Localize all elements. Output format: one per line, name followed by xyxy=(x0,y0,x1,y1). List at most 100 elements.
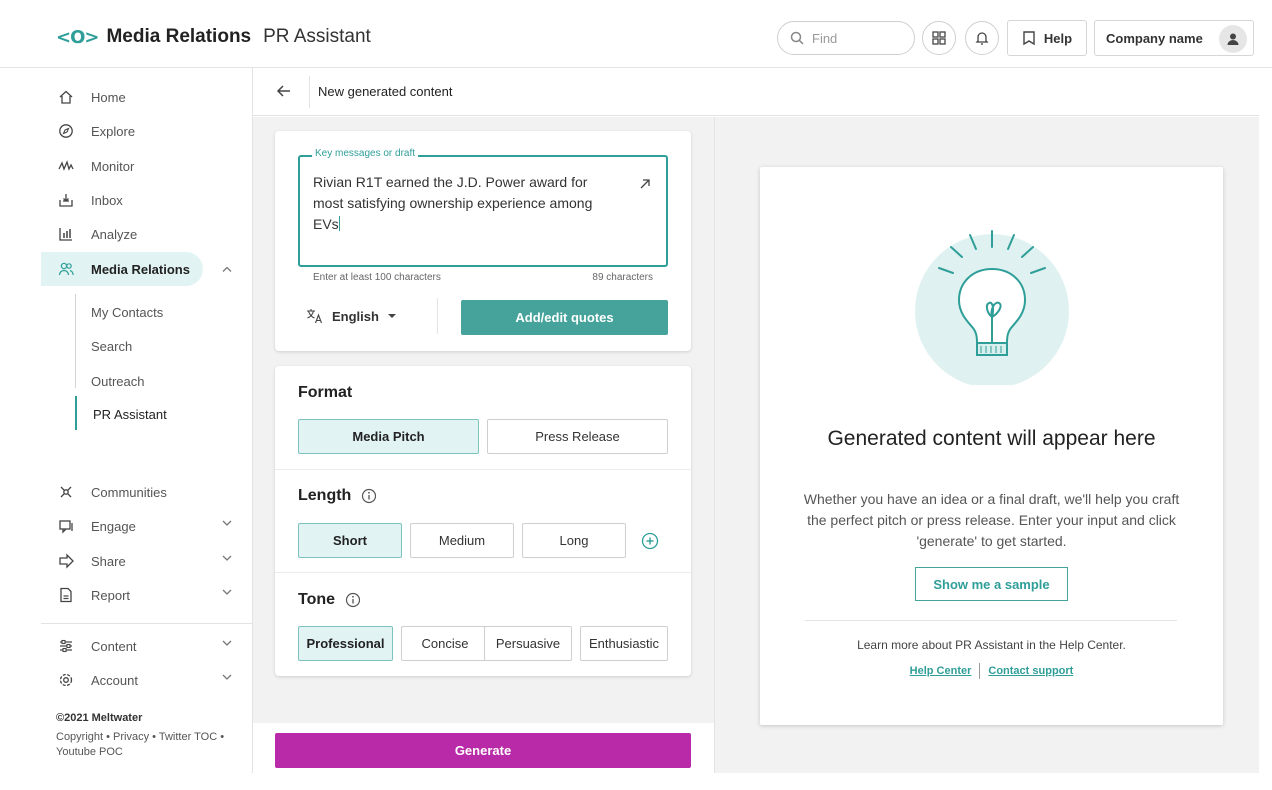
format-option-press-release[interactable]: Press Release xyxy=(487,419,668,454)
gear-icon xyxy=(56,670,76,690)
compass-icon xyxy=(56,121,76,141)
tone-title: Tone xyxy=(298,591,361,609)
monitor-icon xyxy=(56,156,76,176)
sidebar-item-label: Explore xyxy=(91,123,136,139)
add-length-icon[interactable] xyxy=(641,532,659,550)
language-select[interactable]: English xyxy=(306,308,397,324)
sidebar-item-explore[interactable]: Explore xyxy=(41,114,253,148)
back-arrow-icon[interactable] xyxy=(275,82,293,100)
sidebar-item-engage[interactable]: Engage xyxy=(41,509,253,543)
sidebar-item-content[interactable]: Content xyxy=(41,629,253,663)
min-characters-hint: Enter at least 100 characters xyxy=(313,272,441,283)
result-panel: Generated content will appear here Wheth… xyxy=(714,117,1259,773)
submenu-active-indicator xyxy=(75,396,77,430)
sidebar: Home Explore Monitor Inbox Analyze Media… xyxy=(41,68,253,773)
caret-down-icon xyxy=(387,314,396,318)
footer-links[interactable]: Copyright • Privacy • Twitter TOC • Yout… xyxy=(56,730,246,760)
chevron-down-icon[interactable] xyxy=(221,639,233,647)
sidebar-item-account[interactable]: Account xyxy=(41,663,253,697)
sidebar-item-label: Account xyxy=(91,672,138,688)
sidebar-item-inbox[interactable]: Inbox xyxy=(41,183,253,217)
language-value: English xyxy=(332,308,379,324)
app-title: Media Relations xyxy=(106,26,252,47)
sidebar-item-label: Report xyxy=(91,587,131,603)
sidebar-subitem-search[interactable]: Search xyxy=(91,339,132,354)
sidebar-item-label: Monitor xyxy=(91,158,135,174)
book-icon xyxy=(1023,31,1035,46)
generate-button[interactable]: Generate xyxy=(275,733,691,768)
sidebar-item-label: Engage xyxy=(91,518,136,534)
length-title: Length xyxy=(298,487,377,505)
sidebar-item-share[interactable]: Share xyxy=(41,544,253,578)
info-icon[interactable] xyxy=(361,488,377,504)
help-links: Help Center Contact support xyxy=(760,663,1223,679)
app-logo[interactable]: <O> Media Relations PR Assistant xyxy=(56,26,371,48)
chevron-down-icon[interactable] xyxy=(221,673,233,681)
link-separator xyxy=(979,663,981,679)
find-input[interactable]: Find xyxy=(777,21,915,55)
engage-icon xyxy=(56,516,76,536)
sidebar-item-label: Inbox xyxy=(91,192,123,208)
sidebar-item-home[interactable]: Home xyxy=(41,80,253,114)
apps-button[interactable] xyxy=(922,21,956,55)
sidebar-subitem-pr-assistant[interactable]: PR Assistant xyxy=(93,407,167,422)
key-messages-textarea[interactable]: Key messages or draft Rivian R1T earned … xyxy=(298,148,668,267)
length-option-short[interactable]: Short xyxy=(298,523,402,558)
tone-option-professional[interactable]: Professional xyxy=(298,626,393,661)
format-title: Format xyxy=(298,384,352,402)
help-button[interactable]: Help xyxy=(1007,20,1087,56)
show-sample-button[interactable]: Show me a sample xyxy=(915,567,1068,601)
contact-support-link[interactable]: Contact support xyxy=(988,665,1073,677)
search-icon xyxy=(790,31,804,45)
section-divider xyxy=(275,572,691,573)
divider xyxy=(437,298,438,334)
chevron-down-icon[interactable] xyxy=(221,519,233,527)
learn-more-text: Learn more about PR Assistant in the Hel… xyxy=(857,638,1126,652)
empty-state-title: Generated content will appear here xyxy=(827,427,1156,450)
sidebar-item-report[interactable]: Report xyxy=(41,578,253,612)
text-cursor xyxy=(338,216,340,231)
expand-icon[interactable] xyxy=(638,177,652,191)
sidebar-item-label: Media Relations xyxy=(91,261,190,277)
sidebar-item-label: Home xyxy=(91,89,126,105)
chevron-down-icon[interactable] xyxy=(221,554,233,562)
lightbulb-icon xyxy=(915,230,1069,385)
tone-option-enthusiastic[interactable]: Enthusiastic xyxy=(580,626,668,661)
chevron-down-icon[interactable] xyxy=(221,588,233,596)
header-divider xyxy=(309,76,310,108)
length-option-medium[interactable]: Medium xyxy=(410,523,514,558)
company-label: Company name xyxy=(1106,30,1203,46)
people-icon xyxy=(56,259,76,279)
share-icon xyxy=(56,551,76,571)
add-edit-quotes-button[interactable]: Add/edit quotes xyxy=(461,300,668,335)
apps-grid-icon xyxy=(932,31,946,45)
notifications-button[interactable] xyxy=(965,21,999,55)
length-title-text: Length xyxy=(298,487,352,504)
tone-option-concise[interactable]: Concise xyxy=(401,626,489,661)
sidebar-item-media-relations[interactable]: Media Relations xyxy=(41,252,203,286)
avatar xyxy=(1219,25,1247,53)
key-messages-label: Key messages or draft xyxy=(312,148,419,159)
format-option-media-pitch[interactable]: Media Pitch xyxy=(298,419,479,454)
sidebar-item-analyze[interactable]: Analyze xyxy=(41,217,253,251)
info-icon[interactable] xyxy=(345,592,361,608)
company-menu-button[interactable]: Company name xyxy=(1094,20,1254,56)
sidebar-subitem-my-contacts[interactable]: My Contacts xyxy=(91,305,163,320)
sidebar-item-communities[interactable]: Communities xyxy=(41,475,253,509)
empty-state-card: Generated content will appear here Wheth… xyxy=(760,167,1223,725)
logo-mark-icon: <O> xyxy=(56,26,99,48)
top-bar: <O> Media Relations PR Assistant Find He… xyxy=(0,0,1272,68)
sidebar-divider xyxy=(41,623,253,624)
sidebar-subitem-outreach[interactable]: Outreach xyxy=(91,374,144,389)
character-count: 89 characters xyxy=(592,272,653,283)
length-option-long[interactable]: Long xyxy=(522,523,626,558)
help-center-link[interactable]: Help Center xyxy=(910,665,972,677)
tone-option-persuasive[interactable]: Persuasive xyxy=(484,626,572,661)
sidebar-item-monitor[interactable]: Monitor xyxy=(41,149,253,183)
chevron-up-icon[interactable] xyxy=(221,265,233,273)
section-divider xyxy=(275,469,691,470)
user-icon xyxy=(1227,33,1239,45)
copyright-owner: ©2021 Meltwater xyxy=(56,712,143,724)
key-messages-value: Rivian R1T earned the J.D. Power award f… xyxy=(313,174,593,232)
empty-state-description: Whether you have an idea or a final draf… xyxy=(803,491,1180,549)
